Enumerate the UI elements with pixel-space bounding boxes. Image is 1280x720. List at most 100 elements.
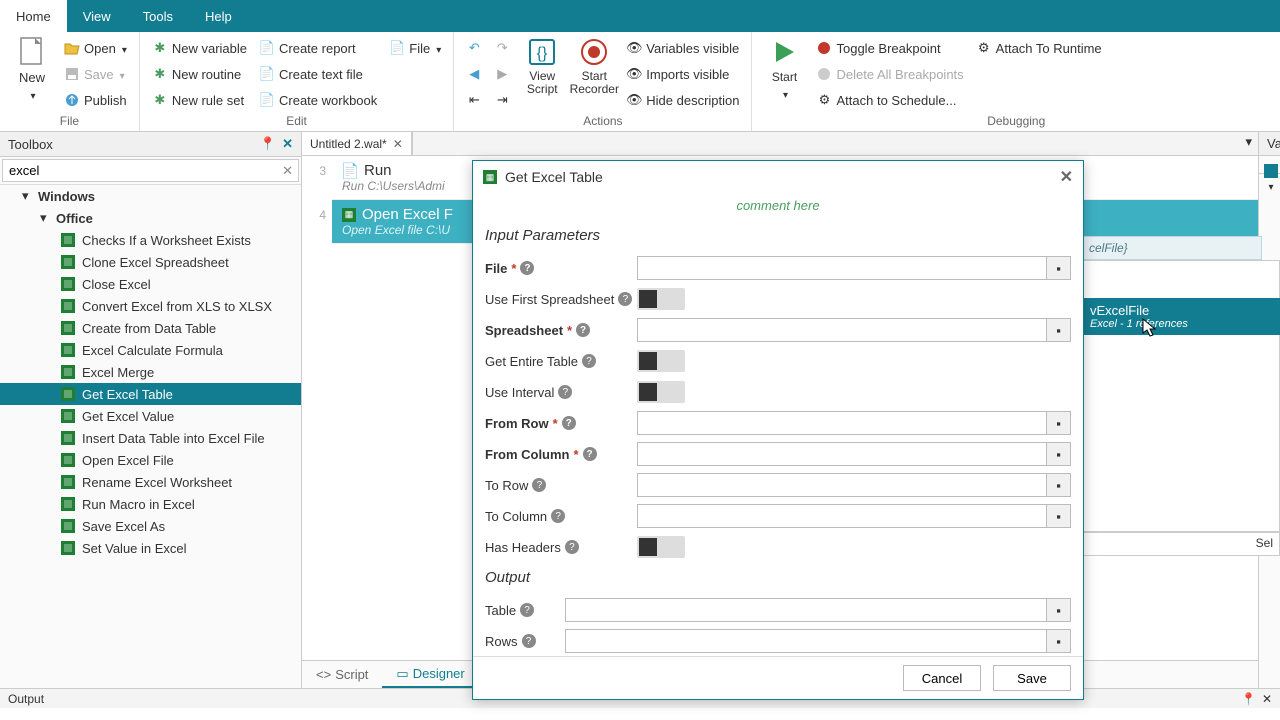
bottom-tab-designer[interactable]: ▭Designer [382,662,478,688]
variable-intellisense-item[interactable]: vExcelFile Excel - 1 references [1082,298,1280,335]
toolbox-item[interactable]: Open Excel File [0,449,301,471]
pin-icon[interactable]: 📍 [260,136,276,152]
has-headers-toggle[interactable] [637,536,685,558]
toolbox-item[interactable]: Get Excel Value [0,405,301,427]
variables-visible-toggle[interactable]: 👁Variables visible [622,36,743,60]
select-button[interactable]: Sel [1082,532,1280,556]
help-icon[interactable]: ? [520,261,534,275]
help-icon[interactable]: ? [582,354,596,368]
tabs-overflow-icon[interactable]: ▾ [1239,132,1258,155]
picker-icon[interactable]: ▪ [1047,629,1071,653]
undo-button[interactable]: ↶ [462,36,486,60]
help-icon[interactable]: ? [520,603,534,617]
toolbox-item[interactable]: Rename Excel Worksheet [0,471,301,493]
table-output-input[interactable] [565,598,1047,622]
toolbox-item[interactable]: Run Macro in Excel [0,493,301,515]
tree-node-office[interactable]: ▾Office [0,207,301,229]
new-variable-button[interactable]: ✱New variable [148,36,251,60]
help-icon[interactable]: ? [583,447,597,461]
create-report-button[interactable]: 📄Create report [255,36,381,60]
toolbox-item[interactable]: Excel Merge [0,361,301,383]
toolbox-item[interactable]: Convert Excel from XLS to XLSX [0,295,301,317]
delete-breakpoints-button[interactable]: Delete All Breakpoints [812,62,967,86]
nav-back-button[interactable]: ◀ [462,62,486,86]
chevron-down-icon[interactable]: ▾ [1264,182,1278,193]
toolbox-item[interactable]: Clone Excel Spreadsheet [0,251,301,273]
outdent-button[interactable]: ⇤ [462,88,486,112]
open-button[interactable]: Open [60,36,131,60]
spreadsheet-input[interactable] [637,318,1047,342]
close-icon[interactable]: ✕ [1262,692,1272,706]
attach-schedule-button[interactable]: ⚙Attach to Schedule... [812,88,967,112]
use-first-spreadsheet-toggle[interactable] [637,288,685,310]
create-text-file-button[interactable]: 📄Create text file [255,62,381,86]
help-icon[interactable]: ? [565,540,579,554]
toolbox-item[interactable]: Checks If a Worksheet Exists [0,229,301,251]
get-entire-table-toggle[interactable] [637,350,685,372]
bottom-tab-script[interactable]: <>Script [302,663,382,686]
new-button[interactable]: New [8,36,56,102]
tree-node-windows[interactable]: ▾Windows [0,185,301,207]
save-button[interactable]: Save [60,62,131,86]
new-rule-set-button[interactable]: ✱New rule set [148,88,251,112]
editor-tab[interactable]: Untitled 2.wal* ✕ [302,132,412,155]
tab-view[interactable]: View [67,0,127,32]
picker-icon[interactable]: ▪ [1047,318,1071,342]
picker-icon[interactable]: ▪ [1047,504,1071,528]
picker-icon[interactable]: ▪ [1047,442,1071,466]
file-input[interactable] [637,256,1047,280]
dialog-comment[interactable]: comment here [473,194,1083,223]
indent-button[interactable]: ⇥ [490,88,514,112]
rows-output-input[interactable] [565,629,1047,653]
close-icon[interactable]: ✕ [282,136,293,152]
cancel-button[interactable]: Cancel [903,665,981,691]
pin-icon[interactable]: 📍 [1241,692,1256,706]
from-row-input[interactable] [637,411,1047,435]
toolbox-item[interactable]: Create from Data Table [0,317,301,339]
picker-icon[interactable]: ▪ [1047,411,1071,435]
to-row-input[interactable] [637,473,1047,497]
clear-search-icon[interactable]: ✕ [282,163,293,179]
toolbox-item[interactable]: Get Excel Table [0,383,301,405]
excel-action-icon [60,496,76,512]
new-routine-button[interactable]: ✱New routine [148,62,251,86]
tab-home[interactable]: Home [0,0,67,32]
start-recorder-button[interactable]: Start Recorder [570,36,618,96]
file-dropdown-button[interactable]: 📄File [385,36,445,60]
help-icon[interactable]: ? [558,385,572,399]
picker-icon[interactable]: ▪ [1047,473,1071,497]
hide-description-toggle[interactable]: 👁Hide description [622,88,743,112]
imports-visible-toggle[interactable]: 👁Imports visible [622,62,743,86]
view-script-button[interactable]: {} View Script [518,36,566,96]
help-icon[interactable]: ? [522,634,536,648]
help-icon[interactable]: ? [562,416,576,430]
help-icon[interactable]: ? [551,509,565,523]
panel-options-icon[interactable] [1264,164,1278,178]
redo-button[interactable]: ↷ [490,36,514,60]
tab-help[interactable]: Help [189,0,248,32]
help-icon[interactable]: ? [618,292,632,306]
toolbox-item[interactable]: Close Excel [0,273,301,295]
help-icon[interactable]: ? [576,323,590,337]
file-picker-icon[interactable]: ▪ [1047,256,1071,280]
toolbox-search-input[interactable] [2,159,299,182]
to-column-input[interactable] [637,504,1047,528]
save-button[interactable]: Save [993,665,1071,691]
toggle-breakpoint-button[interactable]: Toggle Breakpoint [812,36,967,60]
close-tab-icon[interactable]: ✕ [393,137,403,151]
toolbox-item[interactable]: Excel Calculate Formula [0,339,301,361]
dialog-close-icon[interactable]: ✕ [1060,167,1073,187]
start-debug-button[interactable]: Start [760,36,808,101]
create-workbook-button[interactable]: 📄Create workbook [255,88,381,112]
publish-button[interactable]: Publish [60,88,131,112]
from-column-input[interactable] [637,442,1047,466]
attach-runtime-button[interactable]: ⚙Attach To Runtime [972,36,1106,60]
use-interval-toggle[interactable] [637,381,685,403]
picker-icon[interactable]: ▪ [1047,598,1071,622]
toolbox-item[interactable]: Insert Data Table into Excel File [0,427,301,449]
toolbox-item[interactable]: Save Excel As [0,515,301,537]
help-icon[interactable]: ? [532,478,546,492]
nav-forward-button[interactable]: ▶ [490,62,514,86]
tab-tools[interactable]: Tools [127,0,189,32]
toolbox-item[interactable]: Set Value in Excel [0,537,301,559]
